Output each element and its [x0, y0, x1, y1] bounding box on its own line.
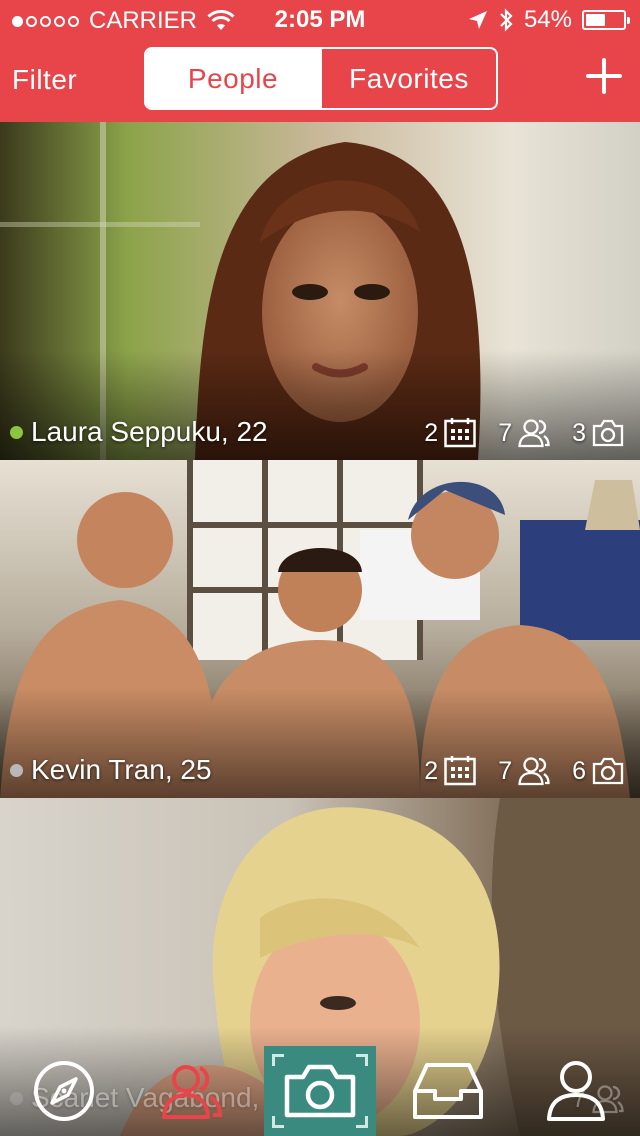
- tab-favorites[interactable]: Favorites: [320, 49, 496, 108]
- photos-stat: 3: [572, 419, 624, 448]
- friends-count: 7: [498, 756, 513, 785]
- online-status-dot: [10, 763, 23, 777]
- bluetooth-icon: [500, 8, 513, 32]
- status-right: 54%: [468, 6, 630, 34]
- person-stats: 2 7 3: [424, 418, 624, 448]
- friends-icon: [518, 419, 550, 448]
- tab-people[interactable]: People: [146, 49, 320, 108]
- events-stat: 2: [424, 756, 476, 786]
- battery-percent: 54%: [523, 6, 572, 33]
- tab-camera[interactable]: [264, 1046, 376, 1136]
- battery-icon: [582, 10, 630, 30]
- tab-people[interactable]: [128, 1046, 256, 1136]
- photos-stat: 6: [572, 757, 624, 786]
- header: CARRIER 2:05 PM 54% Filter People Favori…: [0, 0, 640, 122]
- person-name-row: Laura Seppuku, 22: [10, 416, 268, 448]
- status-bar: CARRIER 2:05 PM 54%: [0, 0, 640, 40]
- tab-inbox[interactable]: [384, 1046, 512, 1136]
- online-status-dot: [10, 425, 23, 439]
- friends-count: 7: [498, 418, 513, 447]
- person-card[interactable]: Laura Seppuku, 22 2 7 3: [0, 122, 640, 460]
- compass-icon: [34, 1061, 94, 1121]
- tab-explore[interactable]: [0, 1046, 128, 1136]
- friends-stat: 7: [498, 418, 550, 448]
- photos-count: 6: [572, 756, 586, 785]
- events-stat: 2: [424, 418, 476, 448]
- camera-small-icon: [592, 419, 624, 447]
- friends-icon: [518, 757, 550, 786]
- events-count: 2: [424, 756, 439, 785]
- profile-icon: [547, 1061, 605, 1121]
- friends-stat: 7: [498, 756, 550, 786]
- filter-button[interactable]: Filter: [12, 64, 77, 96]
- location-arrow-icon: [468, 11, 487, 29]
- camera-small-icon: [592, 757, 624, 785]
- segmented-control: People Favorites: [144, 47, 498, 110]
- add-button[interactable]: [586, 58, 622, 94]
- person-card[interactable]: Kevin Tran, 25 2 7 6: [0, 460, 640, 798]
- calendar-icon: [444, 418, 476, 448]
- tab-bar: [0, 1046, 640, 1136]
- camera-icon: [284, 1064, 356, 1118]
- calendar-icon: [444, 756, 476, 786]
- person-name-row: Kevin Tran, 25: [10, 754, 212, 786]
- inbox-icon: [413, 1063, 483, 1119]
- events-count: 2: [424, 418, 439, 447]
- nav-bar: Filter People Favorites: [0, 40, 640, 122]
- person-name: Laura Seppuku, 22: [31, 416, 268, 447]
- tab-profile[interactable]: [512, 1046, 640, 1136]
- people-icon: [162, 1065, 223, 1119]
- person-name: Kevin Tran, 25: [31, 754, 212, 785]
- person-stats: 2 7 6: [424, 756, 624, 786]
- photos-count: 3: [572, 418, 586, 447]
